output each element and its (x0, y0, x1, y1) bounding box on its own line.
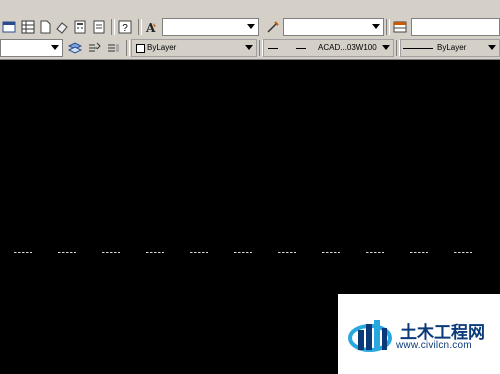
color-swatch (136, 44, 145, 53)
dash-segment (234, 252, 252, 253)
dash-segment (14, 252, 32, 253)
layer-walk-icon[interactable] (85, 39, 103, 57)
dash-segment (410, 252, 428, 253)
separator (386, 19, 390, 35)
properties-toolbar: ByLayer ACAD...03W100 ByLayer (0, 37, 500, 60)
grid-table-icon[interactable] (19, 18, 37, 36)
lineweight-combo[interactable]: ByLayer (400, 39, 500, 57)
sheet-icon[interactable] (90, 18, 108, 36)
standard-toolbar: ? A (0, 0, 500, 38)
chevron-down-icon[interactable] (369, 19, 383, 35)
linetype-preview (268, 48, 278, 49)
help-icon[interactable]: ? (116, 18, 134, 36)
dash-segment (278, 252, 296, 253)
chevron-down-icon[interactable] (242, 40, 256, 56)
chevron-down-icon[interactable] (48, 40, 62, 56)
separator (111, 19, 115, 35)
table-style-combo[interactable] (411, 18, 500, 36)
color-value: ByLayer (147, 43, 177, 52)
dash-segment (102, 252, 120, 253)
eraser-icon[interactable] (53, 18, 71, 36)
dimension-style-combo[interactable] (283, 18, 384, 36)
watermark-url: www.civilcn.com (396, 340, 472, 351)
layer-manager-icon[interactable] (66, 39, 84, 57)
text-style-combo[interactable] (162, 18, 259, 36)
table-style-icon[interactable] (391, 18, 409, 36)
chevron-down-icon[interactable] (244, 19, 258, 35)
dash-segment (454, 252, 472, 253)
lineweight-value: ByLayer (437, 43, 467, 52)
text-style-icon[interactable]: A (142, 18, 160, 36)
linetype-combo[interactable]: ACAD...03W100 (263, 39, 394, 57)
svg-text:A: A (145, 21, 156, 34)
watermark-logo-icon (348, 314, 394, 358)
linetype-sample (296, 48, 306, 49)
dash-segment (146, 252, 164, 253)
svg-text:?: ? (122, 23, 128, 34)
dash-segment (366, 252, 384, 253)
dimension-style-icon[interactable] (264, 18, 282, 36)
dash-segment (190, 252, 208, 253)
separator (126, 40, 130, 56)
linetype-value: ACAD...03W100 (318, 43, 377, 52)
chevron-down-icon[interactable] (379, 40, 393, 56)
color-combo[interactable]: ByLayer (131, 39, 257, 57)
layer-tools-icon[interactable] (104, 39, 122, 57)
layer-combo[interactable] (0, 39, 63, 57)
lineweight-preview (403, 48, 433, 49)
layout-icon[interactable] (0, 18, 18, 36)
calculator-icon[interactable] (71, 18, 89, 36)
dash-segment (322, 252, 340, 253)
chevron-down-icon[interactable] (485, 40, 499, 56)
dash-segment (58, 252, 76, 253)
document-icon[interactable] (36, 18, 54, 36)
